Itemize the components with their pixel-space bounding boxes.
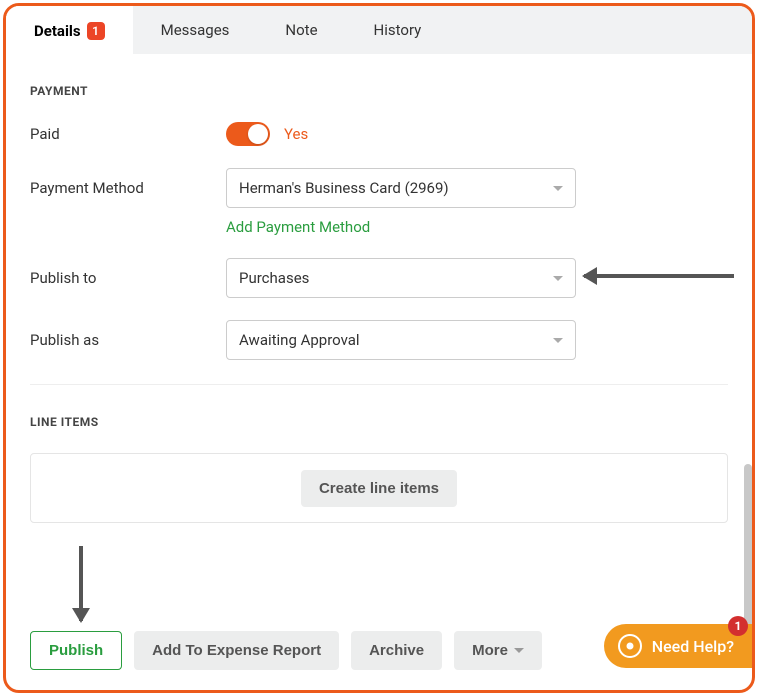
payment-method-label: Payment Method — [30, 179, 226, 197]
publish-as-row: Publish as Awaiting Approval — [30, 320, 728, 360]
lifebuoy-icon — [618, 634, 642, 658]
publish-as-select[interactable]: Awaiting Approval — [226, 320, 576, 360]
paid-label: Paid — [30, 125, 226, 143]
divider — [30, 384, 728, 385]
tab-messages[interactable]: Messages — [133, 6, 258, 54]
add-expense-report-button[interactable]: Add To Expense Report — [134, 631, 339, 670]
line-items-heading: LINE ITEMS — [30, 415, 728, 429]
chevron-down-icon — [553, 276, 563, 281]
need-help-label: Need Help? — [652, 637, 734, 656]
content-area: PAYMENT Paid Yes Payment Method Herman's… — [6, 54, 752, 523]
publish-as-label: Publish as — [30, 331, 226, 349]
payment-method-row: Payment Method Herman's Business Card (2… — [30, 168, 728, 208]
more-button-label: More — [472, 642, 508, 659]
paid-toggle[interactable] — [226, 122, 270, 146]
publish-to-label: Publish to — [30, 269, 226, 287]
publish-as-value: Awaiting Approval — [239, 331, 360, 349]
payment-method-select[interactable]: Herman's Business Card (2969) — [226, 168, 576, 208]
need-help-button[interactable]: Need Help? 1 — [604, 624, 752, 668]
annotation-arrow-vertical — [79, 546, 83, 621]
add-payment-method-link[interactable]: Add Payment Method — [226, 218, 728, 236]
line-items-box: Create line items — [30, 453, 728, 523]
tab-details-badge: 1 — [87, 22, 105, 40]
tab-history[interactable]: History — [346, 6, 450, 54]
tab-details-label: Details — [34, 22, 81, 40]
publish-button[interactable]: Publish — [30, 631, 122, 670]
chevron-down-icon — [514, 648, 524, 653]
payment-heading: PAYMENT — [30, 84, 728, 98]
chevron-down-icon — [553, 338, 563, 343]
more-button[interactable]: More — [454, 631, 542, 670]
tab-note[interactable]: Note — [257, 6, 345, 54]
tab-details[interactable]: Details 1 — [6, 6, 133, 54]
paid-row: Paid Yes — [30, 122, 728, 146]
annotation-arrow-horizontal — [584, 274, 734, 278]
need-help-badge: 1 — [728, 616, 748, 636]
publish-to-select[interactable]: Purchases — [226, 258, 576, 298]
toggle-knob — [248, 124, 268, 144]
create-line-items-button[interactable]: Create line items — [301, 470, 457, 507]
archive-button[interactable]: Archive — [351, 631, 442, 670]
main-panel: Details 1 Messages Note History PAYMENT … — [3, 3, 755, 693]
chevron-down-icon — [553, 186, 563, 191]
paid-value: Yes — [284, 125, 308, 143]
payment-method-value: Herman's Business Card (2969) — [239, 179, 449, 197]
publish-to-row: Publish to Purchases — [30, 258, 728, 298]
tab-bar: Details 1 Messages Note History — [6, 6, 752, 54]
publish-to-value: Purchases — [239, 269, 309, 287]
